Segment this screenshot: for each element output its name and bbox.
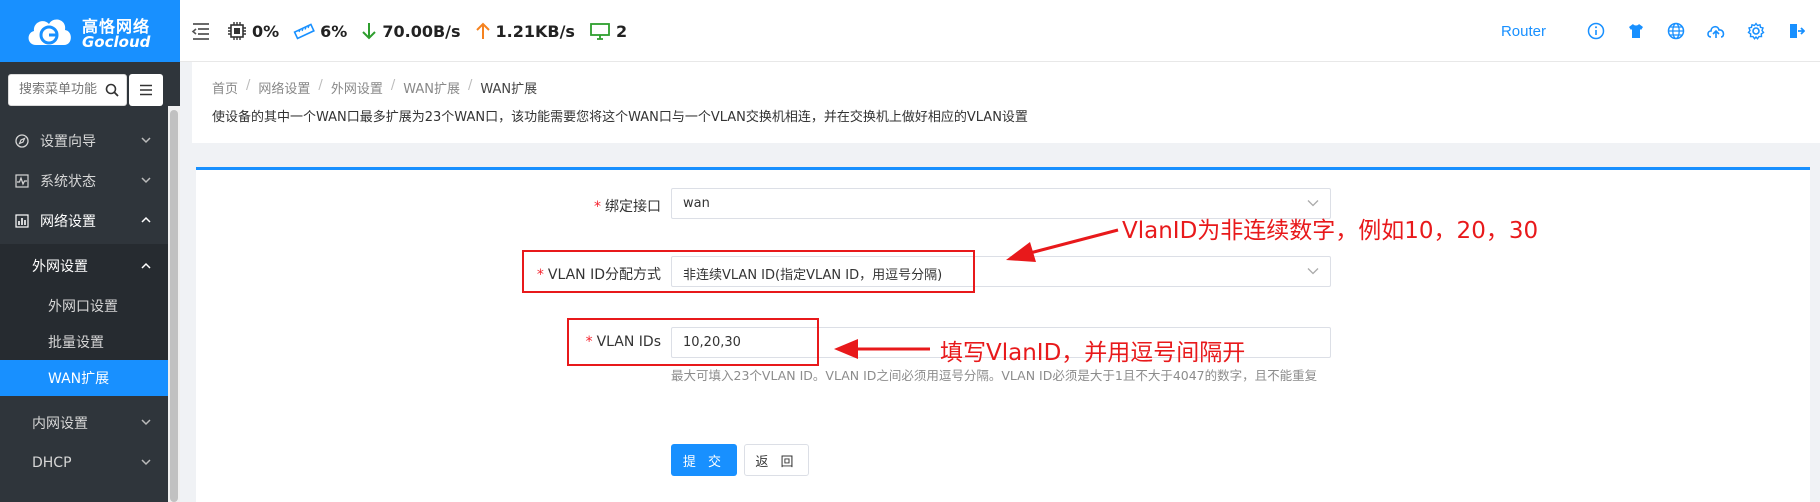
annotation-arrow-vlan-mode bbox=[1006, 228, 1119, 262]
annotation-arrows bbox=[834, 228, 1119, 359]
annotation-note-vlan-ids: 填写VlanID，并用逗号间隔开 bbox=[940, 340, 1246, 366]
annotation-note-vlan-mode: VlanID为非连续数字，例如10，20，30 bbox=[1122, 218, 1539, 244]
annotation-arrow-vlan-ids bbox=[834, 339, 930, 359]
